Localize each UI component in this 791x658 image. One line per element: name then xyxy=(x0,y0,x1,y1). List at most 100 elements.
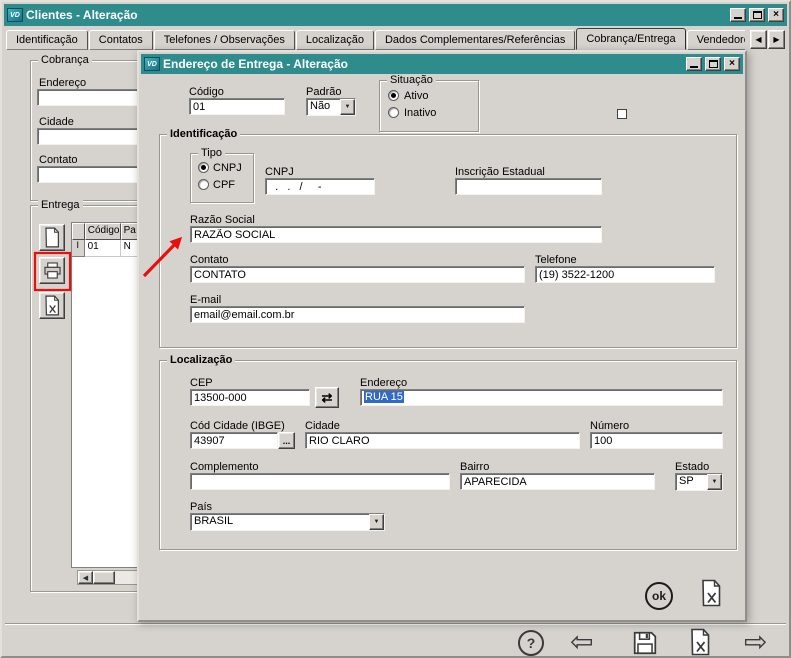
telefone-input[interactable] xyxy=(535,266,715,283)
tab-identificacao[interactable]: Identificação xyxy=(6,30,88,50)
tipo-group-title: Tipo xyxy=(198,147,225,159)
scrollbar-thumb[interactable] xyxy=(93,571,115,584)
cobranca-endereco-input[interactable] xyxy=(37,89,143,106)
arrow-left-icon: ⇦ xyxy=(570,625,593,658)
bottom-divider xyxy=(5,623,786,625)
contato-label: Contato xyxy=(190,254,229,266)
tab-cobranca-entrega[interactable]: Cobrança/Entrega xyxy=(576,28,685,50)
save-button[interactable] xyxy=(632,630,658,658)
cobranca-endereco-label: Endereço xyxy=(39,77,86,89)
situacao-groupbox: Situação Ativo Inativo xyxy=(379,80,479,132)
scrollbar-left-button[interactable]: ◀ xyxy=(78,571,93,584)
tab-dados-complementares[interactable]: Dados Complementares/Referências xyxy=(375,30,575,50)
tab-bar: Identificação Contatos Telefones / Obser… xyxy=(6,28,745,50)
tab-contatos[interactable]: Contatos xyxy=(89,30,153,50)
cobranca-cidade-input[interactable] xyxy=(37,128,143,145)
estado-combobox[interactable]: SP ▼ xyxy=(675,473,723,491)
tab-scroll-left-button[interactable]: ◀ xyxy=(750,30,767,49)
minimize-button[interactable] xyxy=(730,8,746,22)
inativo-radio-label[interactable]: Inativo xyxy=(404,107,436,119)
identificacao-groupbox: Identificação Tipo CNPJ CPF CNPJ Inscriç… xyxy=(159,134,737,348)
close-icon: × xyxy=(773,10,779,20)
pais-combobox[interactable]: BRASIL ▼ xyxy=(190,513,385,531)
ativo-radio[interactable] xyxy=(388,90,399,101)
ok-button[interactable]: ok xyxy=(645,582,673,610)
localizacao-groupbox: Localização CEP ⇄ Endereço RUA 15 Cód Ci… xyxy=(159,360,737,550)
estado-label: Estado xyxy=(675,461,709,473)
entrega-grid[interactable]: Código Pa I 01 N xyxy=(71,222,145,568)
next-record-button[interactable]: ⇨ xyxy=(744,628,767,656)
ibge-lookup-button[interactable]: ... xyxy=(278,432,295,449)
dialog-close-button[interactable]: × xyxy=(724,57,740,71)
dialog-minimize-button[interactable] xyxy=(686,57,702,71)
maximize-button[interactable] xyxy=(749,8,765,22)
dialog-maximize-button[interactable] xyxy=(705,57,721,71)
cobranca-group-title: Cobrança xyxy=(38,54,92,66)
tab-scroll-left-icon: ◀ xyxy=(755,35,761,44)
grid-indicator-header xyxy=(72,223,85,240)
inscricao-estadual-input[interactable] xyxy=(455,178,602,195)
entrega-print-button[interactable] xyxy=(39,257,65,284)
cobranca-contato-input[interactable] xyxy=(37,166,143,183)
document-x-icon xyxy=(699,579,723,607)
numero-input[interactable] xyxy=(590,432,723,449)
contato-input[interactable] xyxy=(190,266,525,283)
inativo-radio[interactable] xyxy=(388,107,399,118)
cnpj-radio-label[interactable]: CNPJ xyxy=(213,162,242,174)
tab-localizacao[interactable]: Localização xyxy=(296,30,374,50)
document-x-icon xyxy=(43,295,61,316)
dropdown-icon[interactable]: ▼ xyxy=(340,99,355,115)
entrega-grid-header: Código Pa xyxy=(72,223,144,240)
complemento-input[interactable] xyxy=(190,473,450,490)
entrega-delete-button[interactable] xyxy=(39,292,65,319)
cep-lookup-button[interactable]: ⇄ xyxy=(315,387,339,408)
maximize-icon xyxy=(753,11,762,19)
clientes-window: VD Clientes - Alteração × Identificação … xyxy=(0,0,791,658)
cpf-radio[interactable] xyxy=(198,179,209,190)
dialog-cancel-button[interactable] xyxy=(699,579,723,610)
cpf-radio-label[interactable]: CPF xyxy=(213,179,235,191)
endereco-label: Endereço xyxy=(360,377,407,389)
cnpj-input[interactable] xyxy=(265,178,375,195)
razao-social-input[interactable] xyxy=(190,226,602,243)
small-checkbox[interactable] xyxy=(617,109,627,119)
entrega-group-title: Entrega xyxy=(38,199,83,211)
identificacao-group-title: Identificação xyxy=(167,128,240,140)
codigo-input[interactable] xyxy=(189,98,285,115)
dropdown-icon[interactable]: ▼ xyxy=(369,514,384,530)
grid-cell-codigo[interactable]: 01 xyxy=(85,240,121,257)
minimize-icon xyxy=(734,17,742,19)
entrega-grid-row[interactable]: I 01 N xyxy=(72,240,144,257)
email-label: E-mail xyxy=(190,294,221,306)
dropdown-icon[interactable]: ▼ xyxy=(707,474,722,490)
tab-vendedores[interactable]: Vendedores xyxy=(687,30,745,50)
email-input[interactable] xyxy=(190,306,525,323)
tab-telefones-observacoes[interactable]: Telefones / Observações xyxy=(154,30,295,50)
cep-input[interactable] xyxy=(190,389,310,406)
cnpj-radio[interactable] xyxy=(198,162,209,173)
swap-arrows-icon: ⇄ xyxy=(322,390,333,406)
bairro-label: Bairro xyxy=(460,461,489,473)
main-titlebar: VD Clientes - Alteração × xyxy=(4,4,787,26)
endereco-input[interactable]: RUA 15 xyxy=(360,389,723,406)
previous-record-button[interactable]: ⇦ xyxy=(570,628,593,656)
entrega-groupbox: Entrega Código Pa I 01 N ◀ xyxy=(30,205,146,592)
bairro-input[interactable] xyxy=(460,473,655,490)
dialog-titlebar: VD Endereço de Entrega - Alteração × xyxy=(141,54,743,74)
cobranca-groupbox: Cobrança Endereço Cidade Contato xyxy=(30,60,146,201)
padrao-combobox[interactable]: Não ▼ xyxy=(306,98,356,116)
grid-col-codigo[interactable]: Código xyxy=(85,223,121,240)
cep-label: CEP xyxy=(190,377,213,389)
tab-scroll-right-button[interactable]: ▶ xyxy=(768,30,785,49)
entrega-grid-hscrollbar[interactable]: ◀ xyxy=(77,570,143,585)
ativo-radio-label[interactable]: Ativo xyxy=(404,90,428,102)
close-button[interactable]: × xyxy=(768,8,784,22)
app-icon: VD xyxy=(7,8,23,22)
ibge-input[interactable] xyxy=(190,432,278,449)
dialog-icon: VD xyxy=(144,57,160,71)
entrega-new-button[interactable] xyxy=(39,224,65,251)
cnpj-label: CNPJ xyxy=(265,166,294,178)
cancel-button[interactable] xyxy=(688,628,712,658)
help-button[interactable]: ? xyxy=(518,630,544,656)
cidade-input[interactable] xyxy=(305,432,580,449)
